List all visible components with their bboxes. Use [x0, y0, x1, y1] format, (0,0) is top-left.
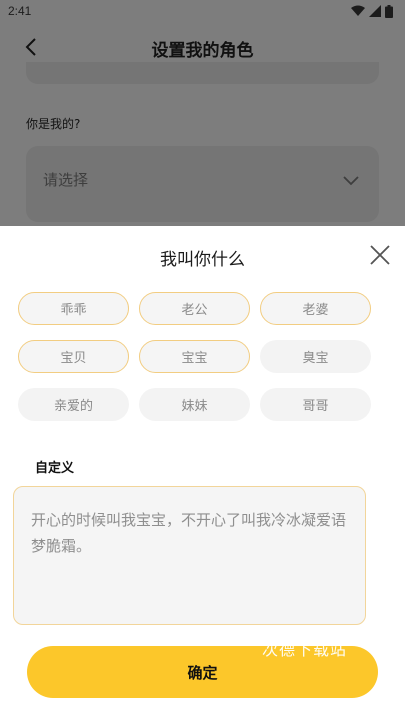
wifi-icon	[351, 5, 365, 16]
battery-icon	[385, 4, 393, 18]
nickname-chip[interactable]: 亲爱的	[18, 388, 129, 421]
nickname-chip[interactable]: 宝宝	[139, 340, 250, 373]
status-icons	[351, 4, 393, 18]
nickname-chip[interactable]: 老公	[139, 292, 250, 325]
nickname-chip[interactable]: 哥哥	[260, 388, 371, 421]
background-card	[26, 62, 379, 84]
status-time: 2:41	[8, 4, 32, 18]
custom-nickname-input[interactable]: 开心的时候叫我宝宝，不开心了叫我冷冰凝爱语梦脆霜。	[13, 486, 366, 625]
relation-select-placeholder: 请选择	[43, 171, 89, 189]
relation-select[interactable]: 请选择	[26, 146, 379, 222]
nickname-chip[interactable]: 臭宝	[260, 340, 371, 373]
close-icon	[370, 245, 390, 265]
status-bar: 2:41	[0, 0, 405, 24]
background-content: 你是我的? 请选择	[0, 62, 405, 226]
nickname-chip[interactable]: 妹妹	[139, 388, 250, 421]
nickname-chip[interactable]: 乖乖	[18, 292, 129, 325]
nickname-sheet: 我叫你什么 乖乖 老公 老婆 宝贝 宝宝 臭宝 亲爱的 妹妹 哥哥 自定义 开心…	[0, 226, 405, 720]
relation-question: 你是我的?	[26, 117, 81, 131]
sheet-title: 我叫你什么	[160, 250, 245, 270]
watermark: 次德下载站	[262, 640, 348, 659]
custom-nickname-text: 开心的时候叫我宝宝，不开心了叫我冷冰凝爱语梦脆霜。	[31, 511, 347, 555]
nickname-chip[interactable]: 宝贝	[18, 340, 129, 373]
nickname-chip[interactable]: 老婆	[260, 292, 371, 325]
signal-icon	[369, 5, 381, 17]
close-button[interactable]	[369, 244, 391, 266]
chevron-down-icon	[343, 176, 359, 186]
page-title: 设置我的角色	[151, 41, 254, 61]
custom-label: 自定义	[35, 461, 75, 476]
